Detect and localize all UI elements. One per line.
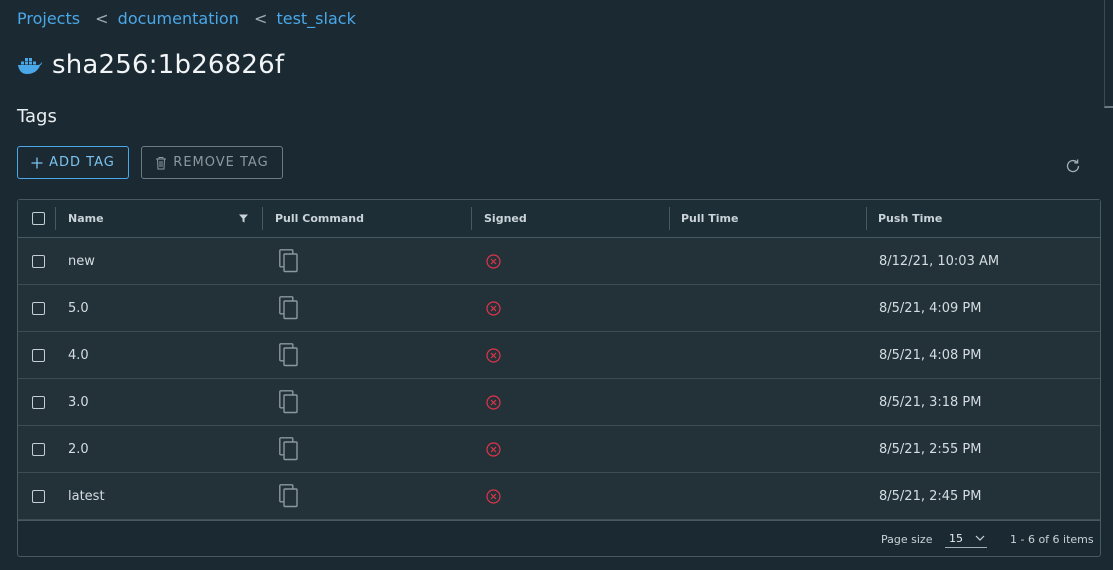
unsigned-icon — [486, 426, 501, 472]
row-checkbox[interactable] — [32, 489, 45, 503]
breadcrumb: Projects < documentation < test_slack — [17, 9, 356, 28]
datagrid-header: Name Pull Command Signed Pull Time Push … — [18, 200, 1100, 238]
tags-datagrid: Name Pull Command Signed Pull Time Push … — [17, 199, 1101, 557]
page-header: sha256:1b26826f — [17, 50, 284, 80]
breadcrumb-projects[interactable]: Projects — [17, 9, 80, 28]
page-size-value: 15 — [949, 531, 963, 545]
column-header-pull-command[interactable]: Pull Command — [275, 200, 364, 237]
tag-name: 5.0 — [68, 300, 89, 316]
trash-icon — [155, 156, 167, 170]
tag-name: 4.0 — [68, 347, 89, 363]
tags-section-title: Tags — [17, 106, 57, 127]
chevron-down-icon — [975, 535, 985, 541]
tag-name: new — [68, 253, 95, 269]
unsigned-icon — [486, 238, 501, 284]
row-checkbox[interactable] — [32, 395, 45, 409]
tag-name: 2.0 — [68, 441, 89, 457]
breadcrumb-documentation[interactable]: documentation — [118, 9, 239, 28]
copy-icon[interactable] — [279, 426, 299, 472]
breadcrumb-separator: < — [95, 9, 109, 28]
table-row[interactable]: 5.0 8/5/21, 4:09 PM — [18, 285, 1100, 332]
push-time: 8/5/21, 4:09 PM — [879, 300, 982, 316]
tag-name: latest — [68, 488, 105, 504]
copy-icon[interactable] — [279, 332, 299, 378]
push-time: 8/5/21, 4:08 PM — [879, 347, 982, 363]
column-header-name[interactable]: Name — [68, 200, 104, 237]
page-scrollbar[interactable] — [1104, 0, 1113, 108]
column-header-signed[interactable]: Signed — [484, 200, 527, 237]
breadcrumb-separator: < — [253, 9, 268, 28]
push-time: 8/5/21, 2:45 PM — [879, 488, 982, 504]
unsigned-icon — [486, 473, 501, 519]
column-header-pull-time[interactable]: Pull Time — [681, 200, 738, 237]
plus-icon — [31, 157, 43, 169]
copy-icon[interactable] — [279, 285, 299, 331]
unsigned-icon — [486, 379, 501, 425]
push-time: 8/12/21, 10:03 AM — [879, 253, 1000, 269]
unsigned-icon — [486, 332, 501, 378]
table-row[interactable]: 4.0 8/5/21, 4:08 PM — [18, 332, 1100, 379]
tag-name: 3.0 — [68, 394, 89, 410]
push-time: 8/5/21, 3:18 PM — [879, 394, 982, 410]
remove-tag-button[interactable]: REMOVE TAG — [141, 146, 283, 179]
row-checkbox[interactable] — [32, 254, 45, 268]
page-title: sha256:1b26826f — [52, 50, 285, 80]
copy-icon[interactable] — [279, 238, 299, 284]
page-size-select[interactable]: 15 — [945, 529, 987, 548]
row-checkbox[interactable] — [32, 348, 45, 362]
select-all-checkbox[interactable] — [32, 212, 45, 225]
datagrid-body: new 8/12/21, 10:03 AM 5.0 8/5/21, 4:09 P… — [18, 238, 1100, 520]
column-header-push-time[interactable]: Push Time — [878, 200, 942, 237]
copy-icon[interactable] — [279, 473, 299, 519]
page-size-label: Page size — [881, 533, 933, 546]
add-tag-label: ADD TAG — [49, 155, 115, 170]
copy-icon[interactable] — [279, 379, 299, 425]
push-time: 8/5/21, 2:55 PM — [879, 441, 982, 457]
remove-tag-label: REMOVE TAG — [173, 155, 269, 170]
refresh-icon[interactable] — [1065, 158, 1081, 174]
table-row[interactable]: 3.0 8/5/21, 3:18 PM — [18, 379, 1100, 426]
breadcrumb-test-slack[interactable]: test_slack — [276, 9, 355, 28]
datagrid-footer: Page size 15 1 - 6 of 6 items — [18, 520, 1100, 556]
table-row[interactable]: latest 8/5/21, 2:45 PM — [18, 473, 1100, 520]
add-tag-button[interactable]: ADD TAG — [17, 146, 129, 179]
table-row[interactable]: 2.0 8/5/21, 2:55 PM — [18, 426, 1100, 473]
row-checkbox[interactable] — [32, 442, 45, 456]
filter-icon[interactable] — [239, 200, 248, 237]
table-row[interactable]: new 8/12/21, 10:03 AM — [18, 238, 1100, 285]
docker-icon — [18, 58, 42, 74]
item-count: 1 - 6 of 6 items — [1010, 533, 1094, 546]
row-checkbox[interactable] — [32, 301, 45, 315]
unsigned-icon — [486, 285, 501, 331]
